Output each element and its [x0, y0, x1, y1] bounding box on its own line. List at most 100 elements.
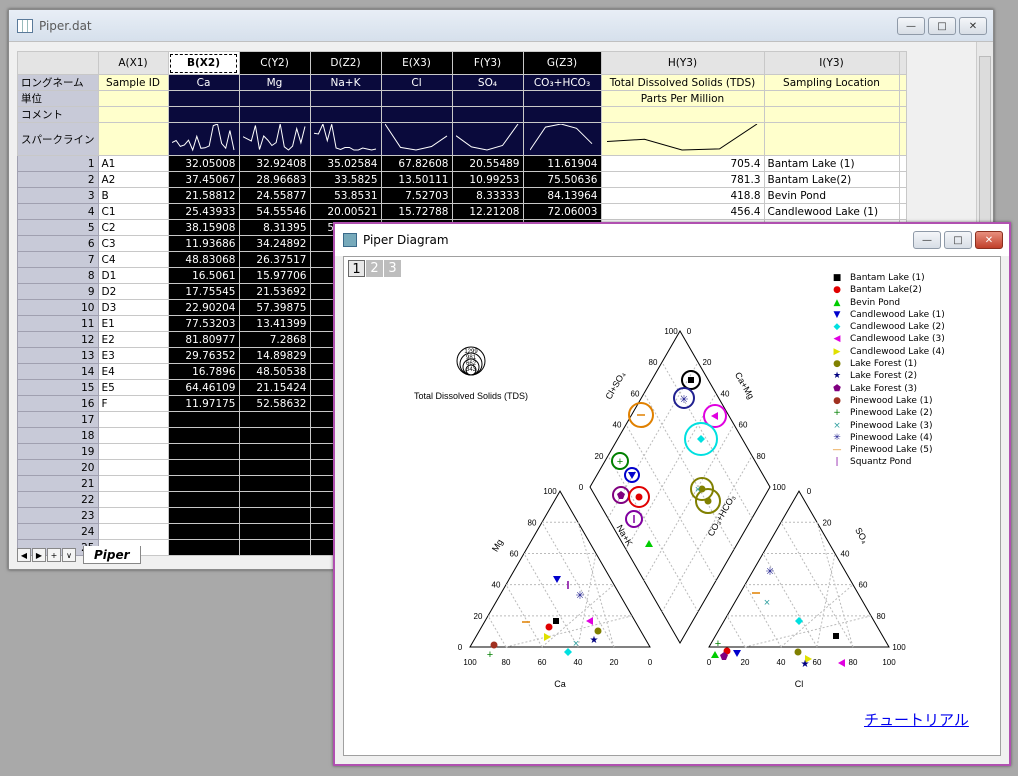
data-cell[interactable]: 14.89829	[238, 347, 311, 364]
graph-minimize-button[interactable]: —	[913, 231, 941, 249]
row-number[interactable]: 1	[17, 155, 99, 172]
empty-cell[interactable]	[238, 475, 311, 492]
empty-cell[interactable]	[97, 507, 169, 524]
column-header[interactable]: H(Y3)	[600, 51, 765, 75]
data-cell[interactable]: 11.61904	[522, 155, 602, 172]
row-number[interactable]: 7	[17, 251, 99, 268]
last-sheet-icon[interactable]: ▶	[32, 548, 46, 562]
empty-cell[interactable]	[238, 507, 311, 524]
add-sheet-icon[interactable]: +	[47, 548, 61, 562]
meta-cell[interactable]: SO₄	[451, 74, 524, 91]
empty-cell[interactable]	[167, 443, 240, 460]
graph-titlebar[interactable]: Piper Diagram — □ ✕	[335, 224, 1009, 256]
data-cell[interactable]: 20.00521	[309, 203, 382, 220]
empty-cell[interactable]	[167, 475, 240, 492]
data-cell[interactable]: 37.45067	[167, 171, 240, 188]
data-cell[interactable]: 64.46109	[167, 379, 240, 396]
data-cell[interactable]: D1	[97, 267, 169, 284]
meta-cell[interactable]: Sampling Location	[763, 74, 900, 91]
data-cell[interactable]: 22.90204	[167, 299, 240, 316]
data-cell[interactable]: 11.93686	[167, 235, 240, 252]
data-cell[interactable]: 13.41399	[238, 315, 311, 332]
data-cell[interactable]: 418.8	[600, 187, 765, 204]
legend-item[interactable]: ▶ Candlewood Lake (4)	[832, 346, 945, 358]
row-number[interactable]: 10	[17, 299, 99, 316]
data-cell[interactable]: 781.3	[600, 171, 765, 188]
meta-cell[interactable]	[167, 106, 240, 123]
legend-item[interactable]: — Pinewood Lake (5)	[832, 444, 945, 456]
row-number[interactable]: 9	[17, 283, 99, 300]
empty-cell[interactable]	[238, 411, 311, 428]
legend-item[interactable]: ⬟ Lake Forest (3)	[832, 383, 945, 395]
legend-item[interactable]: ✳ Pinewood Lake (4)	[832, 432, 945, 444]
data-cell[interactable]: 32.92408	[238, 155, 311, 172]
empty-cell[interactable]	[97, 475, 169, 492]
data-cell[interactable]: F	[97, 395, 169, 412]
meta-cell[interactable]	[763, 106, 900, 123]
data-cell[interactable]: Bantam Lake (1)	[763, 155, 900, 172]
row-number[interactable]: 8	[17, 267, 99, 284]
data-cell[interactable]: 21.53692	[238, 283, 311, 300]
data-cell[interactable]: E1	[97, 315, 169, 332]
empty-cell[interactable]	[97, 523, 169, 540]
empty-cell[interactable]	[97, 491, 169, 508]
sheet-tab-piper[interactable]: Piper	[83, 546, 141, 564]
data-cell[interactable]: 15.97706	[238, 267, 311, 284]
data-cell[interactable]: 81.80977	[167, 331, 240, 348]
data-cell[interactable]: E2	[97, 331, 169, 348]
empty-cell[interactable]	[97, 443, 169, 460]
close-button[interactable]: ✕	[959, 17, 987, 35]
data-cell[interactable]: 38.15908	[167, 219, 240, 236]
data-cell[interactable]: 7.2868	[238, 331, 311, 348]
empty-cell[interactable]	[238, 539, 311, 556]
row-number[interactable]: 16	[17, 395, 99, 412]
empty-cell[interactable]	[167, 459, 240, 476]
empty-cell[interactable]	[238, 459, 311, 476]
empty-cell[interactable]	[97, 411, 169, 428]
graph-close-button[interactable]: ✕	[975, 231, 1003, 249]
data-cell[interactable]: 54.55546	[238, 203, 311, 220]
meta-cell[interactable]	[451, 90, 524, 107]
legend-item[interactable]: ★ Lake Forest (2)	[832, 370, 945, 382]
data-cell[interactable]: Candlewood Lake (1)	[763, 203, 900, 220]
data-cell[interactable]: E4	[97, 363, 169, 380]
data-cell[interactable]: 52.58632	[238, 395, 311, 412]
meta-cell[interactable]: Total Dissolved Solids (TDS)	[600, 74, 765, 91]
meta-cell[interactable]	[451, 106, 524, 123]
empty-cell[interactable]	[97, 459, 169, 476]
legend-item[interactable]: ■ Bantam Lake (1)	[832, 272, 945, 284]
row-number[interactable]: 4	[17, 203, 99, 220]
data-cell[interactable]: B	[97, 187, 169, 204]
data-cell[interactable]: 34.24892	[238, 235, 311, 252]
data-cell[interactable]: 26.37517	[238, 251, 311, 268]
graph-maximize-button[interactable]: □	[944, 231, 972, 249]
data-cell[interactable]: D3	[97, 299, 169, 316]
empty-cell[interactable]	[238, 523, 311, 540]
data-cell[interactable]: 35.02584	[309, 155, 382, 172]
legend-item[interactable]: | Squantz Pond	[832, 456, 945, 468]
legend[interactable]: ■ Bantam Lake (1) ● Bantam Lake(2) ▲ Bevin Po…	[832, 272, 945, 469]
data-cell[interactable]: 48.50538	[238, 363, 311, 380]
data-cell[interactable]: C4	[97, 251, 169, 268]
data-cell[interactable]: 25.43933	[167, 203, 240, 220]
row-number[interactable]: 12	[17, 331, 99, 348]
row-number[interactable]: 24	[17, 523, 99, 540]
data-cell[interactable]: 28.96683	[238, 171, 311, 188]
column-header[interactable]: C(Y2)	[238, 51, 311, 75]
meta-cell[interactable]	[600, 106, 765, 123]
row-number[interactable]: 19	[17, 443, 99, 460]
row-number[interactable]: 21	[17, 475, 99, 492]
meta-cell[interactable]	[97, 106, 169, 123]
column-header[interactable]: F(Y3)	[451, 51, 524, 75]
data-cell[interactable]: 20.55489	[451, 155, 524, 172]
data-cell[interactable]: 15.72788	[380, 203, 453, 220]
empty-cell[interactable]	[167, 507, 240, 524]
data-cell[interactable]: E3	[97, 347, 169, 364]
data-cell[interactable]: 57.39875	[238, 299, 311, 316]
column-header[interactable]: I(Y3)	[763, 51, 900, 75]
data-cell[interactable]: 705.4	[600, 155, 765, 172]
workbook-titlebar[interactable]: Piper.dat — □ ✕	[9, 10, 993, 42]
legend-item[interactable]: ▼ Candlewood Lake (1)	[832, 309, 945, 321]
data-cell[interactable]: 29.76352	[167, 347, 240, 364]
meta-cell[interactable]: Mg	[238, 74, 311, 91]
